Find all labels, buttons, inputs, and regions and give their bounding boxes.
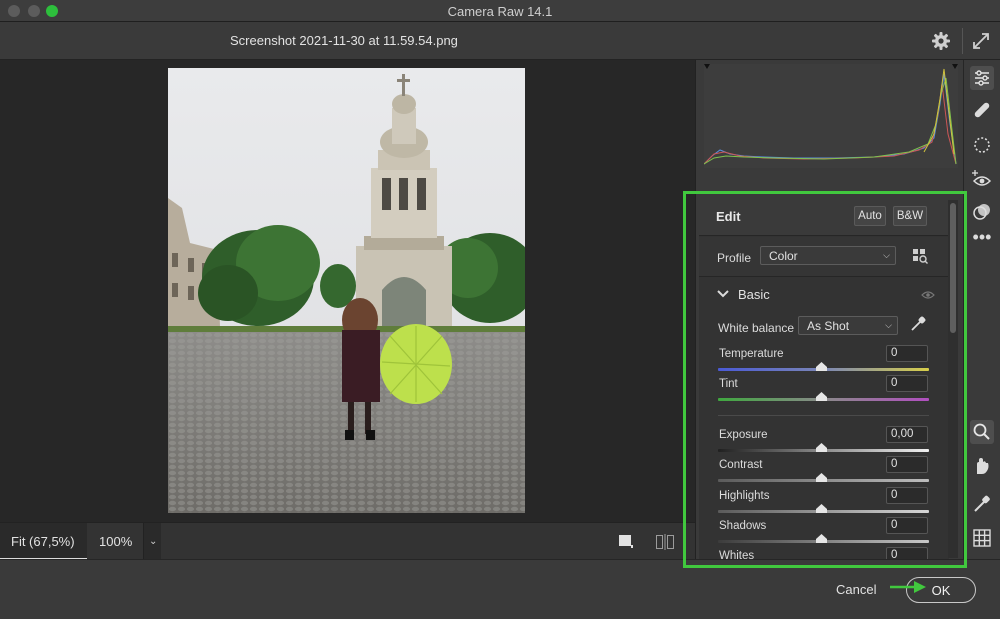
- auto-button[interactable]: Auto: [854, 206, 886, 226]
- edit-scrollbar[interactable]: [948, 200, 958, 558]
- presets-icon[interactable]: [970, 200, 994, 224]
- whites-label: Whites: [719, 550, 755, 559]
- highlights-value-field[interactable]: 0: [886, 487, 928, 504]
- chevron-down-icon: ⌄: [149, 536, 158, 547]
- temperature-slider[interactable]: Temperature 0: [699, 345, 949, 378]
- edit-title: Edit: [716, 209, 741, 224]
- right-panel: Edit Auto B&W Profile Color ⌵ Basic Whit…: [695, 60, 963, 559]
- more-icon[interactable]: •••: [970, 228, 994, 252]
- section-divider: [718, 415, 929, 416]
- zoom-bar: Fit (67,5%) 100% ⌄: [0, 522, 695, 560]
- profile-row: Profile Color ⌵: [699, 237, 949, 277]
- basic-section: Basic White balance As Shot ⌵ Temperatur…: [699, 278, 949, 559]
- highlights-slider[interactable]: Highlights 0: [699, 487, 949, 520]
- chevron-down-icon[interactable]: [717, 289, 729, 299]
- header: Screenshot 2021-11-30 at 11.59.54.png: [0, 22, 1000, 60]
- fullscreen-icon[interactable]: [969, 29, 993, 53]
- zoom-100-button[interactable]: 100%: [87, 523, 143, 560]
- zoom-icon[interactable]: [970, 420, 994, 444]
- exposure-value-field[interactable]: 0,00: [886, 426, 928, 443]
- tint-thumb[interactable]: [816, 392, 827, 401]
- shadows-value-field[interactable]: 0: [886, 517, 928, 534]
- tint-slider[interactable]: Tint 0: [699, 375, 949, 408]
- profile-value: Color: [769, 249, 798, 263]
- eye-icon[interactable]: [921, 290, 935, 300]
- tint-value-field[interactable]: 0: [886, 375, 928, 392]
- window-title: Camera Raw 14.1: [447, 4, 553, 19]
- highlights-thumb[interactable]: [816, 504, 827, 513]
- image-canvas[interactable]: [0, 60, 695, 522]
- gear-icon[interactable]: [929, 29, 953, 53]
- footer: Cancel OK: [0, 559, 1000, 619]
- edit-panel: Edit Auto B&W Profile Color ⌵ Basic Whit…: [699, 198, 949, 559]
- zoom-dropdown[interactable]: ⌄: [143, 523, 161, 560]
- contrast-value-field[interactable]: 0: [886, 456, 928, 473]
- header-divider: [962, 28, 963, 54]
- white-balance-value: As Shot: [807, 319, 850, 333]
- exposure-label: Exposure: [719, 429, 768, 441]
- tint-label: Tint: [719, 378, 738, 390]
- temperature-label: Temperature: [719, 348, 784, 360]
- shadows-slider[interactable]: Shadows 0: [699, 517, 949, 550]
- shadows-label: Shadows: [719, 520, 767, 532]
- mask-icon[interactable]: [970, 133, 994, 157]
- whites-slider[interactable]: Whites 0: [699, 547, 949, 559]
- profile-browser-icon[interactable]: [912, 248, 928, 264]
- white-balance-select[interactable]: As Shot ⌵: [798, 316, 898, 335]
- contrast-slider[interactable]: Contrast 0: [699, 456, 949, 489]
- single-view-icon[interactable]: [619, 535, 633, 548]
- bw-button[interactable]: B&W: [893, 206, 927, 226]
- chevron-down-icon: ⌵: [883, 250, 890, 260]
- edit-header: Edit Auto B&W: [699, 198, 949, 236]
- file-name: Screenshot 2021-11-30 at 11.59.54.png: [230, 33, 458, 48]
- exposure-slider[interactable]: Exposure 0,00: [699, 426, 949, 459]
- chevron-down-icon: ⌵: [885, 320, 892, 330]
- basic-section-title[interactable]: Basic: [738, 287, 770, 302]
- zoom-fit-button[interactable]: Fit (67,5%): [0, 523, 87, 560]
- scroll-thumb[interactable]: [950, 203, 956, 333]
- title-bar: Camera Raw 14.1: [0, 0, 1000, 22]
- shadows-thumb[interactable]: [816, 534, 827, 543]
- temperature-value-field[interactable]: 0: [886, 345, 928, 362]
- whites-value-field[interactable]: 0: [886, 547, 928, 559]
- hand-icon[interactable]: [970, 454, 994, 478]
- contrast-thumb[interactable]: [816, 473, 827, 482]
- grid-icon[interactable]: [970, 526, 994, 550]
- contrast-label: Contrast: [719, 459, 763, 471]
- white-balance-label: White balance: [718, 321, 795, 335]
- ok-button[interactable]: OK: [906, 577, 976, 603]
- eyedropper-icon[interactable]: [909, 315, 927, 333]
- histogram: [704, 64, 958, 168]
- before-after-icon[interactable]: [656, 534, 674, 550]
- healing-icon[interactable]: [970, 98, 994, 122]
- exposure-thumb[interactable]: [816, 443, 827, 452]
- red-eye-icon[interactable]: [970, 167, 994, 191]
- cancel-button[interactable]: Cancel: [836, 582, 876, 597]
- profile-select[interactable]: Color ⌵: [760, 246, 896, 265]
- tool-strip: •••: [963, 60, 1000, 559]
- edit-sliders-icon[interactable]: [970, 66, 994, 90]
- photo-preview[interactable]: [168, 68, 525, 513]
- temperature-thumb[interactable]: [816, 362, 827, 371]
- profile-label: Profile: [717, 251, 752, 265]
- color-sampler-icon[interactable]: [970, 492, 994, 516]
- highlights-label: Highlights: [719, 490, 770, 502]
